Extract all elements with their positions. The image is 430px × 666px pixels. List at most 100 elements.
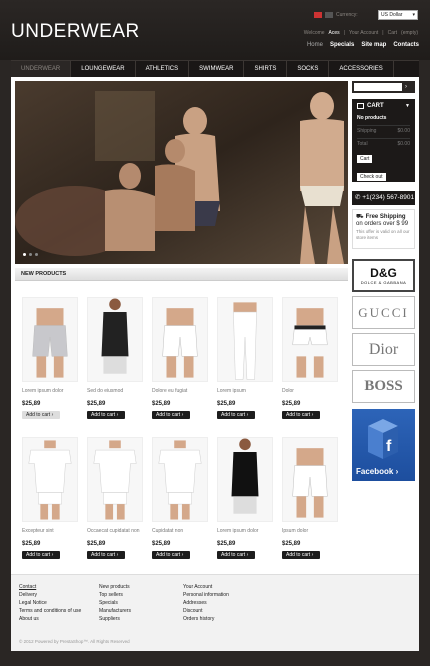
free-shipping-banner[interactable]: ⛟ Free Shipping on orders over $ 99 This … [352,209,415,249]
product-card[interactable]: Occaecat cupidatat non $25,89 Add to car… [87,437,143,559]
menu-underwear[interactable]: UNDERWEAR [11,61,72,78]
checkout-button[interactable]: Check out [357,173,386,181]
currency-select[interactable]: US Dollar ▾ [378,10,418,20]
add-to-cart-button[interactable]: Add to cart › [152,411,190,419]
facebook-banner[interactable]: f Facebook › [352,409,415,481]
chevron-down-icon[interactable]: ▼ [405,103,410,109]
logo[interactable]: UNDERWEAR [11,21,140,43]
topnav-contacts[interactable]: Contacts [393,42,419,48]
product-image[interactable] [22,297,78,382]
hero-image [15,81,348,264]
footer-link[interactable]: Your Account [183,584,229,590]
add-to-cart-button[interactable]: Add to cart › [217,411,255,419]
footer-link[interactable]: Orders history [183,616,229,622]
product-name[interactable]: Occaecat cupidatat non [87,528,143,535]
slider-dot[interactable] [29,253,32,256]
product-card[interactable]: Dolore eu fugiat $25,89 Add to cart › [152,297,208,419]
slider-dot[interactable] [35,253,38,256]
search-icon[interactable]: › [405,84,412,90]
add-to-cart-button[interactable]: Add to cart › [282,411,320,419]
brand-dg[interactable]: D&G DOLCE & GABBANA [352,259,415,292]
add-to-cart-button[interactable]: Add to cart › [87,411,125,419]
product-name[interactable]: Lorem ipsum dolor [22,388,78,395]
separator: | [343,30,345,36]
product-price: $25,89 [217,401,236,407]
product-card[interactable]: Lorem ipsum dolor $25,89 Add to cart › [22,297,78,419]
add-to-cart-button[interactable]: Add to cart › [22,551,60,559]
flag-de-icon[interactable] [325,12,333,18]
add-to-cart-button[interactable]: Add to cart › [22,411,60,419]
brand-boss[interactable]: BOSS [352,370,415,403]
add-to-cart-button[interactable]: Add to cart › [217,551,255,559]
add-to-cart-button[interactable]: Add to cart › [152,551,190,559]
product-image[interactable] [87,437,143,522]
footer-link[interactable]: Legal Notice [19,600,81,606]
footer-link[interactable]: Suppliers [99,616,131,622]
your-account-link[interactable]: Your Account [349,30,378,36]
product-image[interactable] [282,437,338,522]
product-name[interactable]: Lorem ipsum dolor [217,528,273,535]
topnav-sitemap[interactable]: Site map [361,42,386,48]
product-image[interactable] [217,297,273,382]
topnav-specials[interactable]: Specials [330,42,354,48]
product-image[interactable] [217,437,273,522]
footer-link[interactable]: About us [19,616,81,622]
cart-button[interactable]: Cart [357,155,373,163]
product-image[interactable] [152,297,208,382]
brand-gucci[interactable]: GUCCI [352,296,415,329]
product-card[interactable]: Excepteur sint $25,89 Add to cart › [22,437,78,559]
product-image[interactable] [282,297,338,382]
footer-link[interactable]: Discount [183,608,229,614]
product-name[interactable]: Sed do eiusmod [87,388,143,395]
add-to-cart-button[interactable]: Add to cart › [282,551,320,559]
footer-link[interactable]: Top sellers [99,592,131,598]
product-price: $25,89 [217,541,236,547]
product-card[interactable]: Dolor $25,89 Add to cart › [282,297,338,419]
footer-link[interactable]: Delivery [19,592,81,598]
footer-link[interactable]: Contact [19,584,81,590]
product-card[interactable]: Cupidatat non $25,89 Add to cart › [152,437,208,559]
copyright: © 2012 Powered by PrestaShop™. All Right… [19,639,130,644]
brand-dior[interactable]: Dior [352,333,415,366]
product-image[interactable] [152,437,208,522]
cart-shipping-row: Shipping $0.00 [357,125,410,134]
slider-dot[interactable] [23,253,26,256]
hero-slider[interactable] [15,81,348,264]
search-input[interactable] [354,83,402,91]
footer-link[interactable]: New products [99,584,131,590]
category-menu: UNDERWEAR LOUNGEWEAR ATHLETICS SWIMWEAR … [11,60,419,78]
menu-socks[interactable]: SOCKS [287,61,330,78]
menu-shirts[interactable]: SHIRTS [244,61,288,78]
menu-accessories[interactable]: ACCESSORIES [329,61,394,78]
footer-link[interactable]: Manufacturers [99,608,131,614]
product-name[interactable]: Dolore eu fugiat [152,388,208,395]
footer-link[interactable]: Personal information [183,592,229,598]
product-card[interactable]: Lorem ipsum dolor $25,89 Add to cart › [217,437,273,559]
product-card[interactable]: Sed do eiusmod $25,89 Add to cart › [87,297,143,419]
footer-link[interactable]: Specials [99,600,131,606]
product-image[interactable] [22,437,78,522]
product-image[interactable] [87,297,143,382]
flag-en-icon[interactable] [314,12,322,18]
footer-link[interactable]: Terms and conditions of use [19,608,81,614]
cart-title[interactable]: CART [367,103,384,109]
footer-link[interactable]: Addresses [183,600,229,606]
product-name[interactable]: Cupidatat non [152,528,208,535]
add-to-cart-button[interactable]: Add to cart › [87,551,125,559]
product-card[interactable]: Ipsum dolor $25,89 Add to cart › [282,437,338,559]
menu-loungewear[interactable]: LOUNGEWEAR [71,61,136,78]
facebook-icon: f [368,419,398,459]
top-nav: Home Specials Site map Contacts [307,42,419,48]
product-name[interactable]: Ipsum dolor [282,528,338,535]
menu-athletics[interactable]: ATHLETICS [136,61,190,78]
product-name[interactable]: Lorem ipsum [217,388,273,395]
product-name[interactable]: Excepteur sint [22,528,78,535]
cart-total-row: Total $0.00 [357,138,410,147]
topnav-home[interactable]: Home [307,42,323,48]
product-name[interactable]: Dolor [282,388,338,395]
cart-label[interactable]: Cart [388,30,397,36]
product-card[interactable]: Lorem ipsum $25,89 Add to cart › [217,297,273,419]
currency-label: Currency: [336,12,358,18]
menu-swimwear[interactable]: SWIMWEAR [189,61,245,78]
svg-text:f: f [386,438,392,455]
